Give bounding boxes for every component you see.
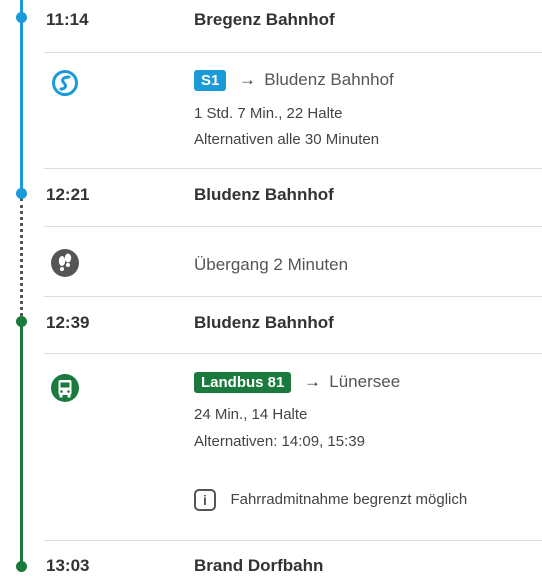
route-line-bus: [20, 324, 23, 568]
stop-station[interactable]: Bludenz Bahnhof: [194, 185, 334, 205]
divider: [44, 168, 542, 169]
route-line-sbahn: [20, 0, 23, 193]
divider: [44, 226, 542, 227]
leg-sbahn-header[interactable]: S1 → Bludenz Bahnhof: [194, 70, 394, 91]
stop-station[interactable]: Brand Dorfbahn: [194, 556, 323, 576]
leg-duration: 1 Std. 7 Min., 22 Halte: [194, 105, 343, 122]
bus-icon: [51, 374, 79, 402]
leg-info[interactable]: i Fahrradmitnahme begrenzt möglich: [194, 489, 467, 511]
arrow-icon: →: [303, 372, 321, 391]
leg-alternatives: Alternativen alle 30 Minuten: [194, 131, 380, 148]
leg-alternatives: Alternativen: 14:09, 15:39: [194, 433, 365, 450]
divider: [44, 296, 542, 297]
stop-time: 12:21: [46, 185, 90, 204]
divider: [44, 540, 542, 541]
line-badge-landbus-81[interactable]: Landbus 81: [194, 372, 292, 393]
walking-icon: [51, 249, 79, 277]
stop-station[interactable]: Bregenz Bahnhof: [194, 10, 335, 30]
stop-dot: [16, 316, 27, 327]
transfer-label: Übergang 2 Minuten: [194, 255, 349, 274]
line-badge-s1[interactable]: S1: [194, 70, 227, 91]
divider: [44, 52, 542, 53]
stop-dot: [16, 188, 27, 199]
stop-time: 13:03: [46, 556, 90, 575]
leg-duration: 24 Min., 14 Halte: [194, 406, 308, 423]
leg-info-text: Fahrradmitnahme begrenzt möglich: [230, 491, 468, 508]
info-icon: i: [194, 489, 216, 511]
stop-dot: [16, 12, 27, 23]
stop-time: 12:39: [46, 313, 90, 332]
leg-destination: Lünersee: [329, 372, 401, 391]
stop-time: 11:14: [46, 10, 89, 29]
stop-station[interactable]: Bludenz Bahnhof: [194, 313, 334, 333]
s-bahn-icon: [52, 70, 78, 96]
arrow-icon: →: [238, 70, 256, 89]
route-line-transfer: [20, 198, 23, 322]
leg-bus-header[interactable]: Landbus 81 → Lünersee: [194, 372, 400, 393]
stop-dot: [16, 561, 27, 572]
divider: [44, 353, 542, 354]
leg-destination: Bludenz Bahnhof: [264, 70, 394, 89]
